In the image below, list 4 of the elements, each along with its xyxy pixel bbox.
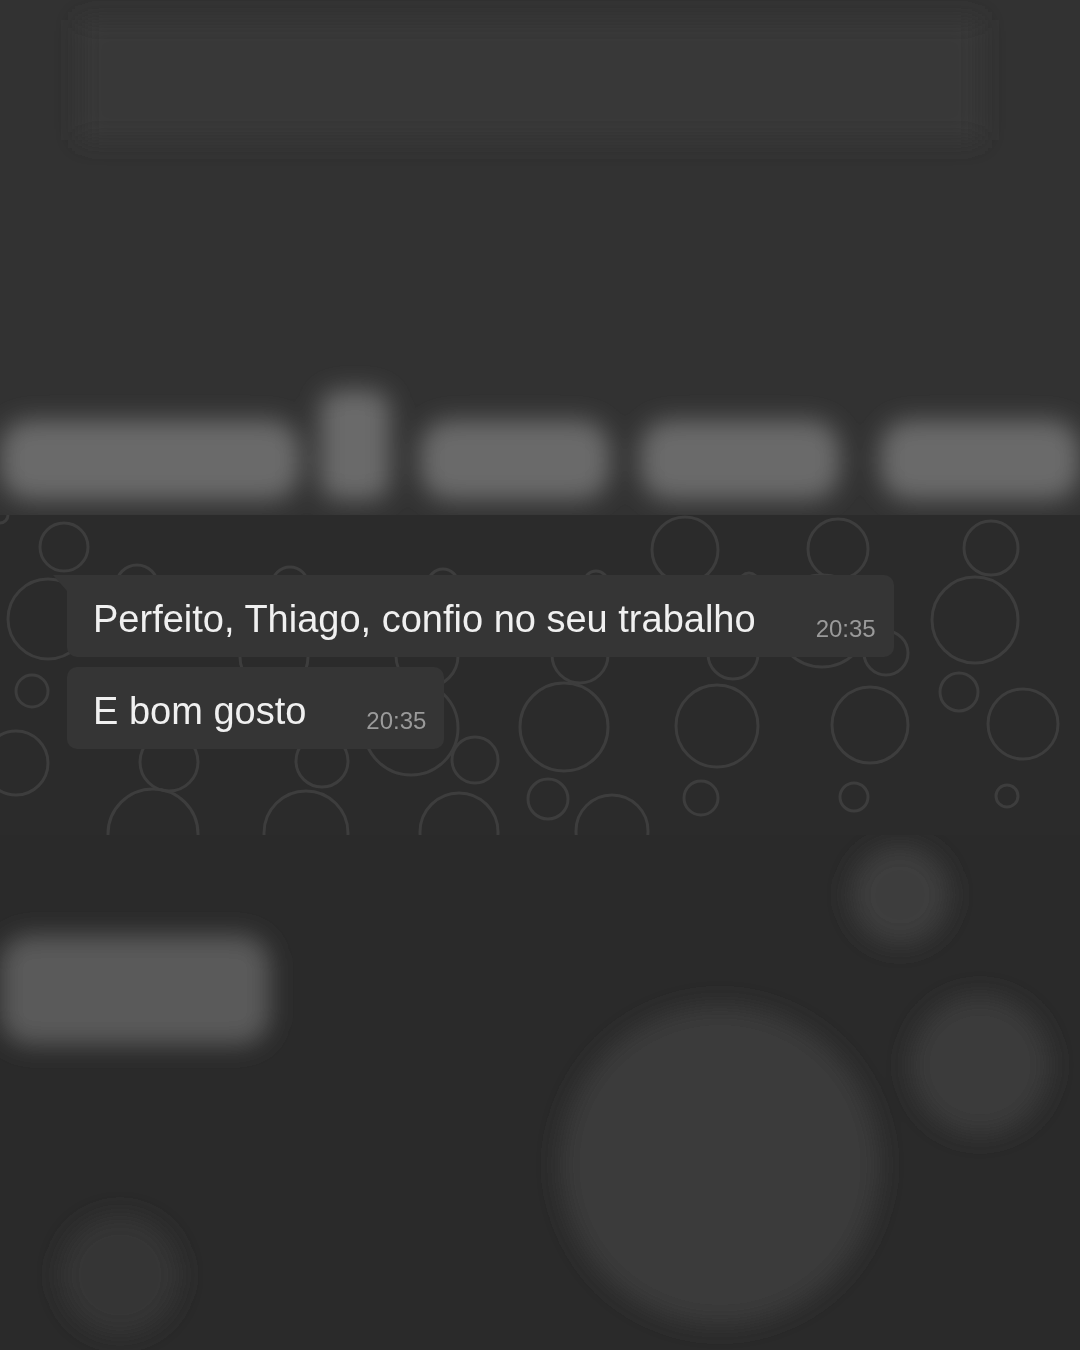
message-text: Perfeito, Thiago, confio no seu trabalho bbox=[93, 597, 756, 641]
message-text: E bom gosto bbox=[93, 689, 307, 733]
message-time: 20:35 bbox=[366, 707, 427, 735]
message-time: 20:35 bbox=[815, 615, 876, 643]
